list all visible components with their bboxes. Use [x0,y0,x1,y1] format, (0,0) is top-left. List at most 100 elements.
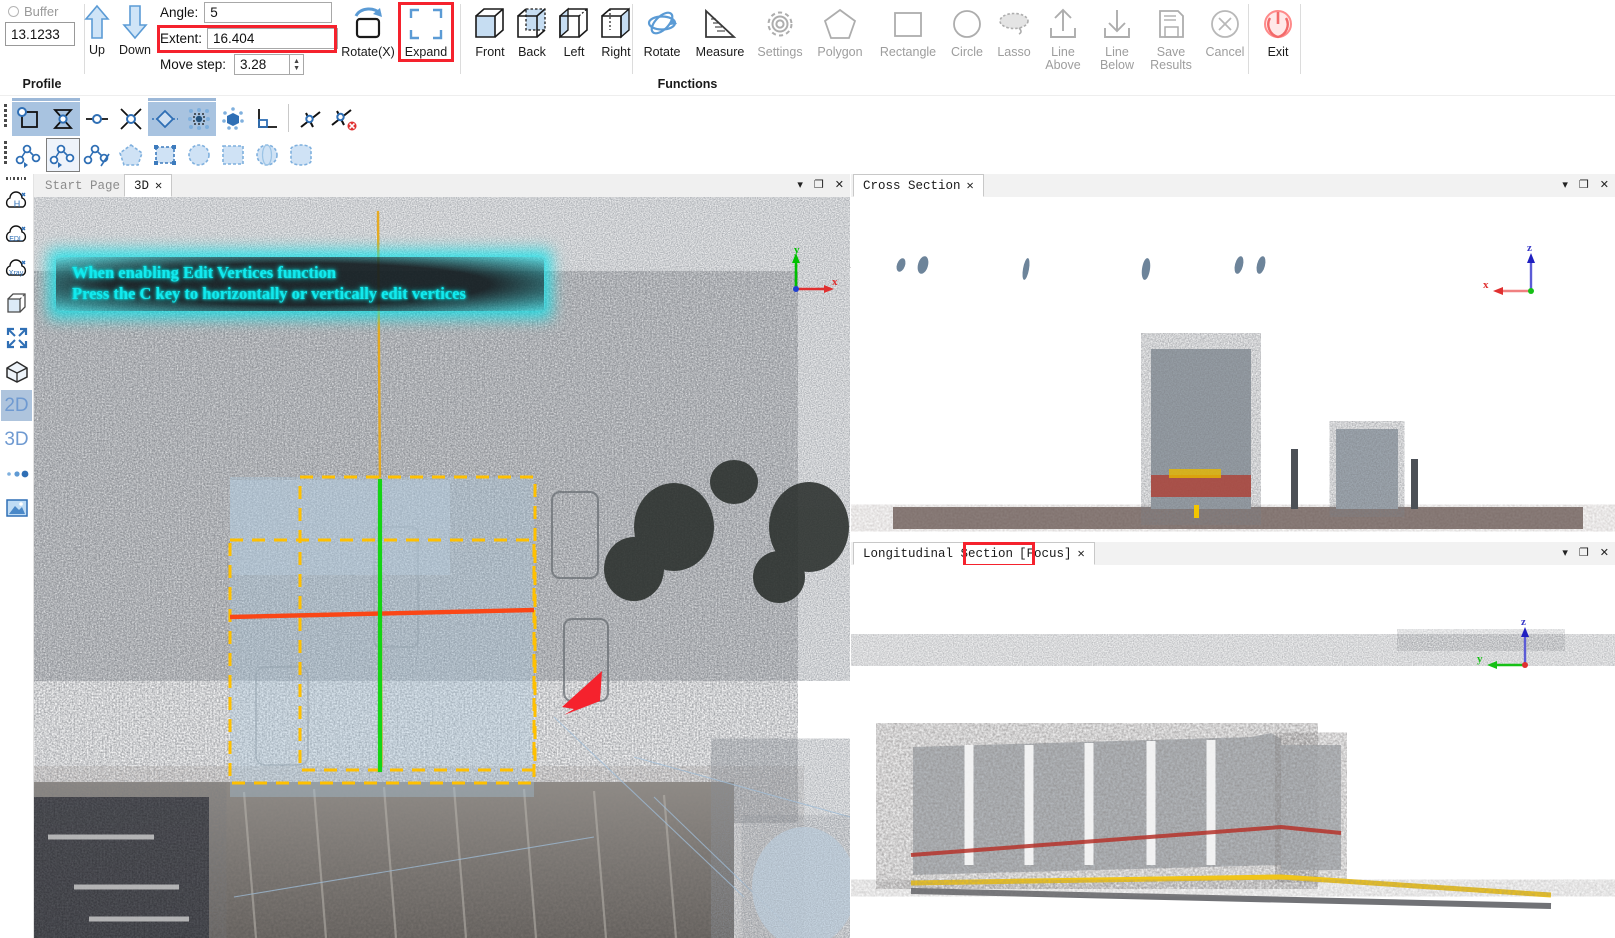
tab-longitudinal-close-icon[interactable]: ✕ [1078,546,1085,561]
annotation-line-1: When enabling Edit Vertices function [72,263,337,282]
leftbar-grip[interactable] [5,177,27,180]
tab-start-page[interactable]: Start Page [36,174,129,197]
tab-3d-label: 3D [134,178,150,193]
select-circle-tool[interactable] [182,138,216,172]
cross-close-icon[interactable]: ✕ [1600,180,1609,191]
ribbon-toolbar: Buffer 13.1233 Profile Up Down Angle: 5 … [0,0,1615,95]
rotate-x-label: Rotate(X) [341,45,395,59]
arrow-down-tray-icon [1096,2,1138,46]
tool-line-vertex[interactable] [80,102,114,136]
main-3d-panel: Start Page 3D ✕ ▾ ❐ ✕ When enabling Edit… [34,174,850,938]
tool-rect-vertex[interactable] [12,102,46,136]
tool-delete-vertex[interactable] [328,102,362,136]
main-tabbar: Start Page 3D ✕ ▾ ❐ ✕ [34,174,850,198]
perspective-cube-button[interactable] [1,356,32,387]
toolbar-grip-row2[interactable] [4,136,8,168]
tool-hourglass-vertex[interactable] [46,102,80,136]
move-step-input[interactable]: 3.28 [234,54,291,75]
settings-button[interactable]: Settings [751,2,809,59]
view-2d-button[interactable]: 2D [1,390,32,421]
longitudinal-axis-gizmo: z y [1477,616,1529,669]
tool-graph-select-3[interactable] [80,138,114,172]
lasso-label: Lasso [997,45,1031,59]
line-above-button[interactable]: Line Above [1034,2,1092,72]
cross-restore-icon[interactable]: ❐ [1579,180,1589,191]
angle-input[interactable]: 5 [204,2,333,23]
main-dropdown-icon[interactable]: ▾ [797,180,803,191]
tool-graph-select-1[interactable] [12,138,46,172]
select-sphere-tool[interactable] [250,138,284,172]
tab-3d-close-icon[interactable]: ✕ [155,178,162,193]
buffer-value-input[interactable]: 13.1233 [5,22,75,46]
long-close-icon[interactable]: ✕ [1600,548,1609,559]
toolbar-grip-row1[interactable] [4,99,8,131]
cross-dropdown-icon[interactable]: ▾ [1562,180,1568,191]
expand-button[interactable]: Expand [398,2,454,59]
rotate-button[interactable]: Rotate [633,2,691,59]
lasso-icon [993,2,1035,46]
shading-edl-button[interactable]: EDL [1,220,32,251]
profile-group-label: Profile [22,77,62,91]
select-polygon-tool[interactable] [114,138,148,172]
long-restore-icon[interactable]: ❐ [1579,548,1589,559]
view-3d-button[interactable]: 3D [1,424,32,455]
tab-3d[interactable]: 3D ✕ [124,174,173,197]
rectangle-button[interactable]: Rectangle [876,2,940,59]
buffer-radio[interactable]: Buffer [8,4,58,19]
angle-label: Angle: [160,5,199,20]
rotate-x-button[interactable]: Rotate(X) [338,2,398,59]
select-cylinder-tool[interactable] [284,138,318,172]
tool-add-vertex[interactable] [294,102,328,136]
bounding-box-button[interactable] [1,288,32,319]
tool-point-group[interactable] [182,102,216,136]
down-label: Down [119,43,151,57]
move-up-button[interactable]: Up [76,2,118,57]
tool-graph-select-2[interactable] [46,138,80,172]
tool-cube-points[interactable] [216,102,250,136]
polygon-button[interactable]: Polygon [811,2,869,59]
close-circle-icon [1204,2,1246,46]
tab-cross-section-close-icon[interactable]: ✕ [967,178,974,193]
shading-xray-button[interactable]: Xray [1,254,32,285]
main-3d-viewport[interactable]: When enabling Edit Vertices function Pre… [34,197,850,938]
extent-input[interactable]: 16.404 [207,28,339,49]
view-front-label: Front [475,45,505,59]
rotate-3d-icon [640,2,684,46]
functions-group-label: Functions [657,77,718,91]
point-size-button[interactable] [1,458,32,489]
line-below-button[interactable]: Line Below [1088,2,1146,72]
save-results-button[interactable]: Save Results [1142,2,1200,72]
longitudinal-section-viewport[interactable]: z y [851,565,1615,938]
gear-icon [759,2,801,46]
shading-h-button[interactable]: H [1,186,32,217]
circle-label: Circle [951,45,983,59]
rotate-label: Rotate [643,45,681,59]
axis-label-y: y [1477,653,1483,665]
move-down-button[interactable]: Down [114,2,156,57]
cancel-button[interactable]: Cancel [1196,2,1254,59]
main-close-icon[interactable]: ✕ [835,180,844,191]
fit-view-button[interactable] [1,322,32,353]
main-restore-icon[interactable]: ❐ [814,180,824,191]
tab-longitudinal-section[interactable]: Longitudinal Section [Focus] ✕ [853,542,1095,565]
tab-cross-section[interactable]: Cross Section ✕ [853,174,984,197]
ribbon-group-profile: Buffer 13.1233 Profile [0,0,84,95]
polygon-label: Polygon [817,45,863,59]
line-above-label: Line Above [1045,45,1081,72]
tool-corner-square[interactable] [250,102,284,136]
long-dropdown-icon[interactable]: ▾ [1562,548,1568,559]
tool-diamond-node[interactable] [148,102,182,136]
cross-section-viewport[interactable]: z x [851,197,1615,540]
image-overlay-button[interactable] [1,492,32,523]
tool-cross-vertex[interactable] [114,102,148,136]
measure-button[interactable]: Measure [691,2,749,59]
select-square-tool[interactable] [216,138,250,172]
red-pointer-arrow [562,671,602,715]
move-step-spinner[interactable]: ▲ ▼ [290,54,305,75]
main-window-buttons: ▾ ❐ ✕ [797,174,844,197]
svg-text:Xray: Xray [8,270,23,277]
exit-button[interactable]: Exit [1249,2,1307,59]
cross-section-panel: Cross Section ✕ ▾ ❐ ✕ z x [851,174,1615,540]
select-rect-handles-tool[interactable] [148,138,182,172]
arrow-up-icon [84,4,110,39]
